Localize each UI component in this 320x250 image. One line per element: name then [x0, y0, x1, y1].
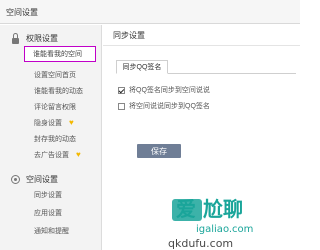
sidebar-item-remove-ads[interactable]: 去广告设置 ♥ [34, 149, 81, 161]
sidebar-section-space[interactable]: 空间设置 [10, 172, 58, 186]
watermark-url: qkdufu.com [168, 237, 233, 250]
sidebar-item-label: 通知和提醒 [34, 228, 69, 235]
sidebar-item-label: 谁能看我的空间 [33, 51, 82, 58]
heart-icon: ♥ [69, 118, 74, 127]
option-sync-signature-to-shuoshuo[interactable]: 将QQ签名同步到空间说说 [118, 85, 210, 95]
sidebar-item-notifications[interactable]: 通知和提醒 [34, 225, 69, 237]
save-button[interactable]: 保存 [137, 144, 181, 158]
sidebar: 权限设置 谁能看我的空间 设置空间首页 谁能看我的动态 评论留言权限 隐身设置 … [0, 25, 102, 250]
divider [103, 45, 300, 46]
heart-icon: ♥ [76, 150, 81, 159]
window-title: 空间设置 [6, 8, 38, 17]
page-title: 同步设置 [113, 31, 145, 40]
sidebar-item-label: 封存我的动态 [34, 136, 76, 143]
tab-sync-qq-signature[interactable]: 同步QQ签名 [116, 60, 168, 74]
sidebar-item-set-homepage[interactable]: 设置空间首页 [34, 69, 76, 81]
sidebar-item-comment-permissions[interactable]: 评论留言权限 [34, 101, 76, 113]
watermark-logo: 爱 尬聊 igaliao.com qkdufu.com [168, 197, 253, 250]
sidebar-item-archive-feed[interactable]: 封存我的动态 [34, 133, 76, 145]
space-icon [10, 174, 21, 185]
option-label: 将空间说说同步到QQ签名 [129, 103, 210, 110]
sidebar-item-label: 谁能看我的动态 [34, 88, 83, 95]
sidebar-item-invisible-settings[interactable]: 隐身设置 ♥ [34, 117, 74, 129]
sidebar-section-permissions[interactable]: 权限设置 [10, 31, 58, 45]
sidebar-item-label: 去广告设置 [34, 152, 69, 159]
watermark-text: 爱 尬聊 [176, 197, 243, 221]
option-label: 将QQ签名同步到空间说说 [129, 87, 210, 94]
sidebar-item-label: 设置空间首页 [34, 72, 76, 79]
checkbox-unchecked[interactable] [118, 102, 125, 110]
watermark-domain: igaliao.com [196, 224, 253, 235]
sidebar-item-label: 应用设置 [34, 210, 62, 217]
sidebar-item-sync-settings[interactable]: 同步设置 [34, 189, 62, 201]
sidebar-item-label: 评论留言权限 [34, 104, 76, 111]
sidebar-item-label: 隐身设置 [34, 120, 62, 127]
checkbox-checked[interactable] [118, 86, 125, 94]
lock-icon [10, 32, 21, 44]
sidebar-section-title: 空间设置 [26, 174, 58, 184]
sidebar-item-label: 同步设置 [34, 192, 62, 199]
option-sync-shuoshuo-to-signature[interactable]: 将空间说说同步到QQ签名 [118, 101, 210, 111]
title-bar: 空间设置 [0, 0, 300, 24]
sidebar-section-title: 权限设置 [26, 33, 58, 43]
sidebar-item-app-settings[interactable]: 应用设置 [34, 207, 62, 219]
sidebar-item-who-can-view-space[interactable]: 谁能看我的空间 [24, 46, 96, 62]
sidebar-item-who-can-view-feed[interactable]: 谁能看我的动态 [34, 85, 83, 97]
